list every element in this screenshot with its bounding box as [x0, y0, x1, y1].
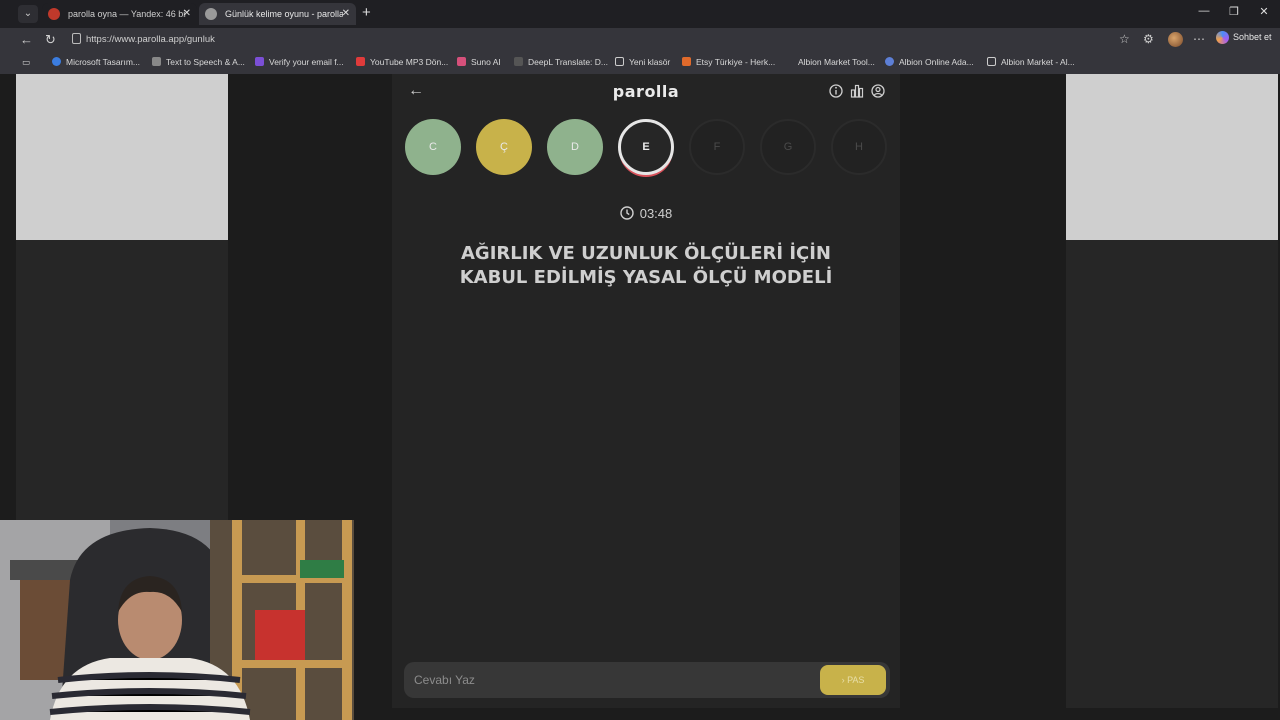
folder-icon — [615, 57, 624, 66]
new-tab-button[interactable]: + — [362, 4, 371, 21]
bookmark-label: Albion Online Ada... — [899, 57, 974, 67]
bookmark-item[interactable]: Text to Speech & A... — [152, 57, 245, 67]
letter-d: D — [547, 119, 603, 175]
timer: 03:48 — [392, 206, 900, 221]
webcam-video — [0, 520, 354, 720]
bookmark-item[interactable]: Suno AI — [457, 57, 501, 67]
bookmark-label: Albion Market Tool... — [798, 57, 875, 67]
letter-g: G — [760, 119, 816, 175]
webcam-overlay — [0, 520, 354, 720]
question-line-1: AĞIRLIK VE UZUNLUK ÖLÇÜLERİ İÇİN — [460, 243, 831, 264]
chat-button[interactable]: Sohbet et — [1216, 31, 1272, 44]
page-icon — [885, 57, 894, 66]
bookmark-label: Microsoft Tasarım... — [66, 57, 140, 67]
search-icon — [52, 57, 61, 66]
bookmark-label: Verify your email f... — [269, 57, 344, 67]
bookmark-item[interactable]: Albion Market - Al... — [987, 57, 1075, 67]
url-text: https://www.parolla.app/gunluk — [86, 34, 215, 45]
chat-label: Sohbet et — [1233, 31, 1272, 42]
page-icon — [784, 57, 793, 66]
brand-title: parolla — [612, 82, 680, 101]
bookmark-item[interactable]: DeepL Translate: D... — [514, 57, 608, 67]
right-ad-slot — [1066, 74, 1278, 240]
bookmark-label: DeepL Translate: D... — [528, 57, 609, 67]
answer-input[interactable] — [414, 670, 794, 690]
page-icon — [457, 57, 466, 66]
extensions-icon[interactable]: ⚙ — [1143, 32, 1154, 46]
parolla-favicon-icon — [205, 8, 217, 20]
profile-icon[interactable] — [871, 84, 885, 98]
question-line-2: KABUL EDİLMİŞ YASAL ÖLÇÜ MODELİ — [459, 267, 833, 288]
deepl-icon — [514, 57, 523, 66]
bookmark-item[interactable]: Yeni klasör — [615, 57, 670, 67]
tab-parolla[interactable]: Günlük kelime oyunu - parolla - Kelime ✕ — [199, 3, 356, 25]
address-bar-row: ← ↻ https://www.parolla.app/gunluk ☆ ⚙ ⋯… — [0, 28, 1280, 52]
letter-e-current: E — [618, 119, 674, 175]
bookmarks-sidebar-icon[interactable]: ▭ — [22, 57, 30, 68]
site-info-icon[interactable] — [72, 33, 81, 44]
bookmark-item[interactable]: YouTube MP3 Dön... — [356, 57, 448, 67]
page-icon — [255, 57, 264, 66]
more-menu-icon[interactable]: ⋯ — [1193, 32, 1205, 46]
profile-avatar[interactable] — [1168, 32, 1183, 47]
bookmark-label: Etsy Türkiye - Herk... — [696, 57, 776, 67]
page-icon — [987, 57, 996, 66]
pass-chevron-icon: › — [841, 675, 845, 685]
clock-icon — [620, 206, 634, 220]
page-icon — [152, 57, 161, 66]
letter-cedilla-c: Ç — [476, 119, 532, 175]
bookmark-item[interactable]: Verify your email f... — [255, 57, 344, 67]
bookmark-item[interactable]: Microsoft Tasarım... — [52, 57, 140, 67]
back-arrow-icon[interactable]: ← — [20, 32, 33, 47]
stats-icon[interactable] — [850, 84, 864, 98]
close-window-icon[interactable]: ✕ — [1254, 5, 1274, 18]
tab-label: parolla oyna — Yandex: 46 bin sonuç — [68, 9, 186, 19]
pass-label: PAS — [847, 675, 865, 685]
minimize-icon[interactable]: — — [1194, 5, 1214, 17]
bookmark-label: YouTube MP3 Dön... — [370, 57, 449, 67]
bookmark-item[interactable]: Albion Online Ada... — [885, 57, 974, 67]
pass-button[interactable]: › PAS — [820, 665, 886, 695]
screen: ⌄ parolla oyna — Yandex: 46 bin sonuç ✕ … — [0, 0, 1280, 720]
bookmark-label: Albion Market - Al... — [1001, 57, 1075, 67]
star-bookmark-icon[interactable]: ☆ — [1119, 32, 1130, 46]
assistant-icon — [1216, 31, 1229, 44]
tab-list-chevron-icon[interactable]: ⌄ — [18, 5, 38, 23]
yandex-favicon-icon — [48, 8, 60, 20]
letter-c: C — [405, 119, 461, 175]
letter-f: F — [689, 119, 745, 175]
bookmark-label: Text to Speech & A... — [166, 57, 245, 67]
bookmark-label: Suno AI — [471, 57, 501, 67]
game-panel: ← parolla C Ç D E F G H 03:48 AĞIRLIK VE… — [392, 74, 900, 708]
tab-close-icon[interactable]: ✕ — [183, 3, 191, 25]
browser-tab-strip: ⌄ parolla oyna — Yandex: 46 bin sonuç ✕ … — [0, 0, 1280, 28]
url-field[interactable]: https://www.parolla.app/gunluk — [64, 30, 1124, 50]
bookmark-label: Yeni klasör — [629, 57, 671, 67]
tab-label: Günlük kelime oyunu - parolla - Kelime — [225, 9, 343, 19]
bookmark-item[interactable]: Etsy Türkiye - Herk... — [682, 57, 775, 67]
left-ad-slot — [16, 74, 228, 240]
bookmarks-bar: ▭ Microsoft Tasarım... Text to Speech & … — [0, 52, 1280, 74]
youtube-icon — [356, 57, 365, 66]
answer-bar: › PAS — [404, 662, 890, 698]
etsy-icon — [682, 57, 691, 66]
right-gutter — [1066, 240, 1278, 708]
restore-icon[interactable]: ❐ — [1224, 5, 1244, 18]
letter-h: H — [831, 119, 887, 175]
question-text: AĞIRLIK VE UZUNLUK ÖLÇÜLERİ İÇİN KABUL E… — [432, 242, 860, 290]
info-icon[interactable] — [829, 84, 843, 98]
timer-value: 03:48 — [639, 206, 673, 221]
tab-close-icon[interactable]: ✕ — [342, 3, 350, 25]
tab-yandex[interactable]: parolla oyna — Yandex: 46 bin sonuç ✕ — [42, 3, 197, 25]
reload-icon[interactable]: ↻ — [45, 32, 56, 48]
bookmark-item[interactable]: Albion Market Tool... — [784, 57, 875, 67]
